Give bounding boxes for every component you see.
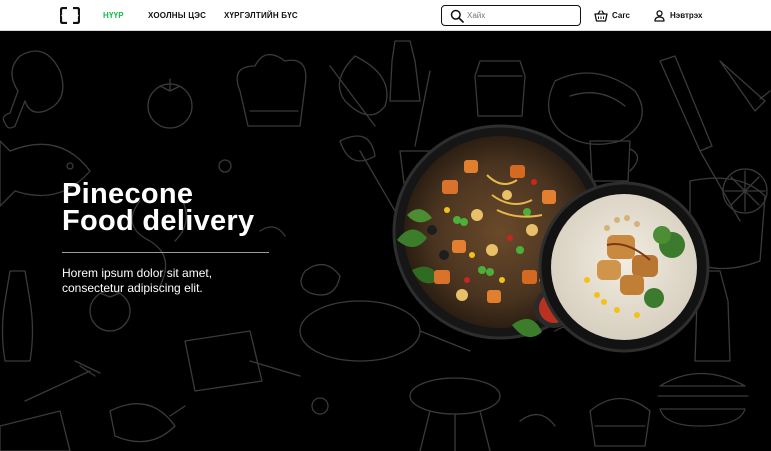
- nav-delivery-area-link[interactable]: ХҮРГЭЛТИЙН БҮС: [224, 11, 298, 20]
- hero-subtitle-line-1: Horem ipsum dolor sit amet,: [62, 266, 213, 280]
- login-label: Нэвтрэх: [670, 11, 703, 20]
- hero-title: Pinecone Food delivery: [62, 180, 342, 237]
- hero-divider: [62, 252, 269, 253]
- food-bowls-image: [392, 124, 710, 353]
- cart-button[interactable]: Сагс: [594, 8, 630, 23]
- search-input[interactable]: [467, 9, 575, 22]
- basket-icon: [594, 9, 608, 22]
- login-button[interactable]: Нэвтрэх: [654, 8, 702, 23]
- hero-subtitle-line-2: consectetur adipiscing elit.: [62, 281, 203, 295]
- logo-icon[interactable]: [60, 7, 80, 24]
- nav-home-link[interactable]: НҮҮР: [103, 11, 124, 20]
- search-icon: [450, 9, 464, 23]
- user-icon: [654, 9, 665, 22]
- nav-menu-link[interactable]: ХООЛНЫ ЦЭС: [148, 11, 206, 20]
- header-bar: НҮҮР ХООЛНЫ ЦЭС ХҮРГЭЛТИЙН БҮС Сагс Нэвт…: [0, 0, 771, 31]
- hero-title-line-2: Food delivery: [62, 205, 255, 237]
- hero-section: Pinecone Food delivery Horem ipsum dolor…: [0, 31, 771, 451]
- search-box[interactable]: [441, 5, 581, 26]
- cart-label: Сагс: [612, 11, 630, 20]
- hero-subtitle: Horem ipsum dolor sit amet, consectetur …: [62, 266, 312, 296]
